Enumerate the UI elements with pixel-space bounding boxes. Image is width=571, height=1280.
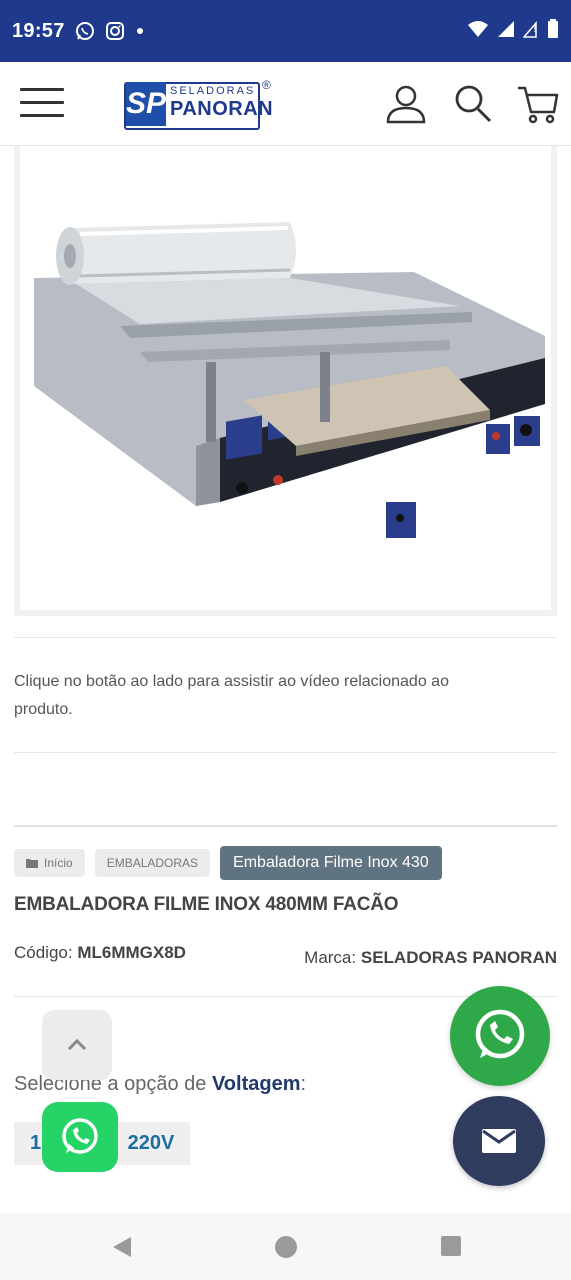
chevron-up-icon [67,1038,87,1051]
product-photo [34,222,545,538]
system-nav-bar [0,1213,571,1280]
video-note: Clique no botão ao lado para assistir ao… [14,673,449,718]
logo-line1: SELADORAS [170,85,256,97]
whatsapp-icon [62,1118,98,1154]
scroll-top-button[interactable] [42,1010,112,1080]
whatsapp-float-button[interactable] [450,986,550,1086]
code-value: ML6MMGX8D [77,943,186,962]
instagram-icon [105,21,125,41]
logo-mark: SP [126,82,166,126]
logo-line2: PANORAN [170,98,274,120]
recents-icon[interactable] [440,1235,462,1262]
divider [14,637,557,638]
whatsapp-icon [75,21,95,41]
back-icon[interactable] [110,1235,134,1264]
folder-icon [26,859,38,868]
signal-icon-2: ! [522,20,539,43]
breadcrumb-home[interactable]: Início [14,849,85,877]
product-code: Código: ML6MMGX8D [14,943,186,963]
whatsapp-icon [475,1009,525,1059]
user-icon[interactable] [384,82,428,131]
brand-label: Marca: [304,948,357,967]
brand-value: SELADORAS PANORAN [360,948,557,967]
signal-icon [497,20,515,43]
voltage-option-220v[interactable]: 220V [112,1122,190,1165]
wifi-icon [467,20,489,43]
option-suffix: : [300,1073,307,1095]
breadcrumb-current[interactable]: Embaladora Filme Inox 430 [220,846,442,880]
home-icon[interactable] [274,1235,298,1264]
divider [14,752,557,753]
breadcrumb: Início EMBALADORAS Embaladora Filme Inox… [14,846,442,880]
site-header: SP SELADORAS PANORAN ® [0,62,571,146]
dot-icon [135,26,145,36]
search-icon[interactable] [452,82,494,131]
divider [14,825,557,827]
battery-icon [547,18,559,44]
status-bar: 19:57 ! [0,0,571,62]
site-logo[interactable]: SP SELADORAS PANORAN ® [124,78,274,132]
clock: 19:57 [12,19,65,42]
registered-mark: ® [262,78,271,92]
whatsapp-chat-button[interactable] [42,1102,118,1172]
option-prefix: Selecione a opção de [14,1073,207,1095]
email-float-button[interactable] [453,1096,545,1186]
product-title: EMBALADORA FILME INOX 480MM FACÃO [14,894,399,915]
breadcrumb-category[interactable]: EMBALADORAS [94,849,211,877]
breadcrumb-home-label: Início [44,856,73,870]
option-name: Voltagem [211,1073,301,1095]
code-label: Código: [14,943,73,962]
svg-text:!: ! [533,25,537,35]
product-image[interactable] [14,146,557,616]
email-icon [482,1129,516,1153]
product-brand: Marca: SELADORAS PANORAN [304,948,557,968]
cart-icon[interactable] [516,82,560,131]
menu-icon[interactable] [20,88,64,120]
